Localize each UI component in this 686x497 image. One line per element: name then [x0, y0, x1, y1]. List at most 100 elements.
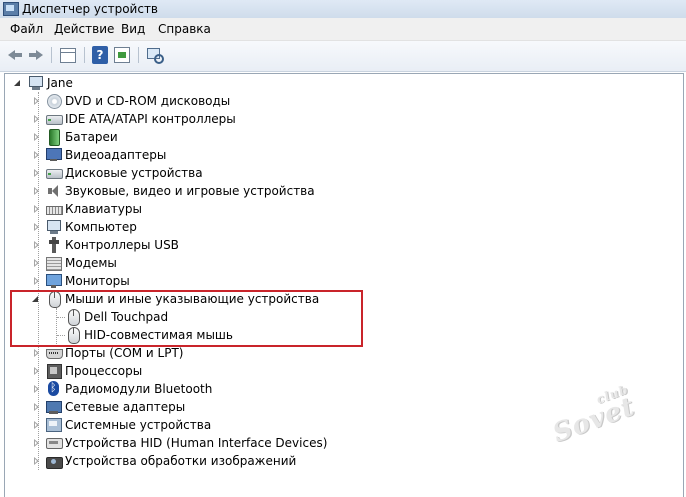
tree-item-mice[interactable]: Мыши и иные указывающие устройства: [5, 290, 345, 308]
expand-arrow-icon[interactable]: [34, 349, 39, 357]
expand-arrow-icon[interactable]: [34, 457, 39, 465]
expand-arrow-icon[interactable]: [34, 115, 39, 123]
sound-icon: [46, 183, 62, 199]
collapse-arrow-icon[interactable]: [14, 80, 20, 86]
tree-item-network[interactable]: Сетевые адаптеры: [5, 398, 325, 416]
expand-arrow-icon[interactable]: [34, 223, 39, 231]
expand-arrow-icon[interactable]: [34, 439, 39, 447]
system-devices-icon: [46, 417, 62, 433]
expand-arrow-icon[interactable]: [34, 421, 39, 429]
menu-help[interactable]: Справка: [154, 22, 215, 36]
tree-item-hid[interactable]: Устройства HID (Human Interface Devices): [5, 434, 365, 452]
menu-file[interactable]: Файл: [6, 22, 47, 36]
tree-item-modems[interactable]: Модемы: [5, 254, 325, 272]
expand-arrow-icon[interactable]: [34, 187, 39, 195]
port-icon: [46, 345, 63, 361]
tree-root[interactable]: Jane: [5, 74, 205, 92]
window-title: Диспетчер устройств: [22, 2, 159, 16]
computer-icon: [46, 219, 62, 235]
tree-item-label: HID-совместимая мышь: [84, 328, 233, 342]
expand-arrow-icon[interactable]: [34, 205, 39, 213]
modem-icon: [46, 255, 62, 271]
processor-icon: [46, 363, 62, 379]
expand-arrow-icon[interactable]: [34, 169, 39, 177]
toolbar-separator: [138, 47, 139, 63]
tree-item-disk-drives[interactable]: Дисковые устройства: [5, 164, 325, 182]
collapse-arrow-icon[interactable]: [32, 296, 38, 302]
tree-item-ide[interactable]: IDE ATA/ATAPI контроллеры: [5, 110, 325, 128]
tree-item-label: Сетевые адаптеры: [65, 400, 186, 414]
tree-item-label: Батареи: [65, 130, 118, 144]
menu-action[interactable]: Действие: [50, 22, 118, 36]
mouse-icon: [65, 327, 81, 344]
tree-item-label: Видеоадаптеры: [65, 148, 167, 162]
tree-item-label: DVD и CD-ROM дисководы: [65, 94, 231, 108]
mouse-icon: [46, 291, 62, 308]
display-adapter-icon: [46, 147, 62, 163]
tree-item-processors[interactable]: Процессоры: [5, 362, 325, 380]
tree-item-video-adapters[interactable]: Видеоадаптеры: [5, 146, 325, 164]
tree-root-label: Jane: [47, 76, 73, 90]
console-tree-icon[interactable]: [60, 48, 76, 63]
device-manager-icon: [3, 2, 19, 16]
disk-drive-icon: [46, 165, 63, 181]
toolbar: ?: [0, 41, 686, 72]
battery-icon: [46, 129, 62, 146]
tree-item-label: IDE ATA/ATAPI контроллеры: [65, 112, 236, 126]
menu-bar: Файл Действие Вид Справка: [0, 18, 686, 41]
tree-item-computer[interactable]: Компьютер: [5, 218, 325, 236]
expand-arrow-icon[interactable]: [34, 241, 39, 249]
disc-drive-icon: [46, 93, 62, 109]
toolbar-separator: [84, 47, 85, 63]
tree-item-keyboards[interactable]: Клавиатуры: [5, 200, 325, 218]
tree-item-label: Компьютер: [65, 220, 137, 234]
toolbar-separator: [51, 47, 52, 63]
help-icon[interactable]: ?: [92, 46, 108, 64]
menu-view[interactable]: Вид: [117, 22, 149, 36]
network-adapter-icon: [46, 399, 62, 415]
usb-icon: [46, 237, 62, 253]
tree-item-system-devices[interactable]: Системные устройства: [5, 416, 325, 434]
tree-item-label: Мониторы: [65, 274, 130, 288]
tree-item-label: Клавиатуры: [65, 202, 142, 216]
keyboard-icon: [46, 201, 63, 217]
expand-arrow-icon[interactable]: [34, 367, 39, 375]
expand-arrow-icon[interactable]: [34, 97, 39, 105]
tree-item-label: Мыши и иные указывающие устройства: [65, 292, 320, 306]
tree-item-label: Порты (COM и LPT): [65, 346, 184, 360]
back-icon[interactable]: [6, 46, 24, 64]
expand-arrow-icon[interactable]: [34, 277, 39, 285]
tree-item-label: Звуковые, видео и игровые устройства: [65, 184, 315, 198]
tree-item-imaging[interactable]: Устройства обработки изображений: [5, 452, 365, 470]
properties-icon[interactable]: [114, 47, 130, 63]
tree-item-label: Устройства обработки изображений: [65, 454, 297, 468]
bluetooth-icon: [46, 380, 62, 397]
expand-arrow-icon[interactable]: [34, 151, 39, 159]
tree-item-batteries[interactable]: Батареи: [5, 128, 325, 146]
tree-item-dvd[interactable]: DVD и CD-ROM дисководы: [5, 92, 325, 110]
tree-item-bluetooth[interactable]: Радиомодули Bluetooth: [5, 380, 325, 398]
ide-controller-icon: [46, 111, 63, 127]
tree-item-label: Устройства HID (Human Interface Devices): [65, 436, 328, 450]
expand-arrow-icon[interactable]: [34, 385, 39, 393]
expand-arrow-icon[interactable]: [34, 133, 39, 141]
forward-icon[interactable]: [27, 46, 45, 64]
tree-item-label: Модемы: [65, 256, 117, 270]
scan-hardware-icon[interactable]: [146, 46, 164, 64]
tree-item-label: Дисковые устройства: [65, 166, 203, 180]
tree-item-label: Процессоры: [65, 364, 143, 378]
tree-item-label: Радиомодули Bluetooth: [65, 382, 213, 396]
tree-item-usb[interactable]: Контроллеры USB: [5, 236, 325, 254]
title-bar: Диспетчер устройств: [0, 0, 686, 18]
expand-arrow-icon[interactable]: [34, 403, 39, 411]
tree-item-label: Системные устройства: [65, 418, 212, 432]
tree-item-sound[interactable]: Звуковые, видео и игровые устройства: [5, 182, 325, 200]
tree-item-label: Контроллеры USB: [65, 238, 179, 252]
tree-item-hid-mouse[interactable]: HID-совместимая мышь: [5, 326, 325, 344]
expand-arrow-icon[interactable]: [34, 259, 39, 267]
hid-icon: [46, 435, 63, 451]
tree-item-dell-touchpad[interactable]: Dell Touchpad: [5, 308, 325, 326]
monitor-icon: [46, 273, 62, 289]
tree-item-monitors[interactable]: Мониторы: [5, 272, 325, 290]
tree-item-ports[interactable]: Порты (COM и LPT): [5, 344, 325, 362]
